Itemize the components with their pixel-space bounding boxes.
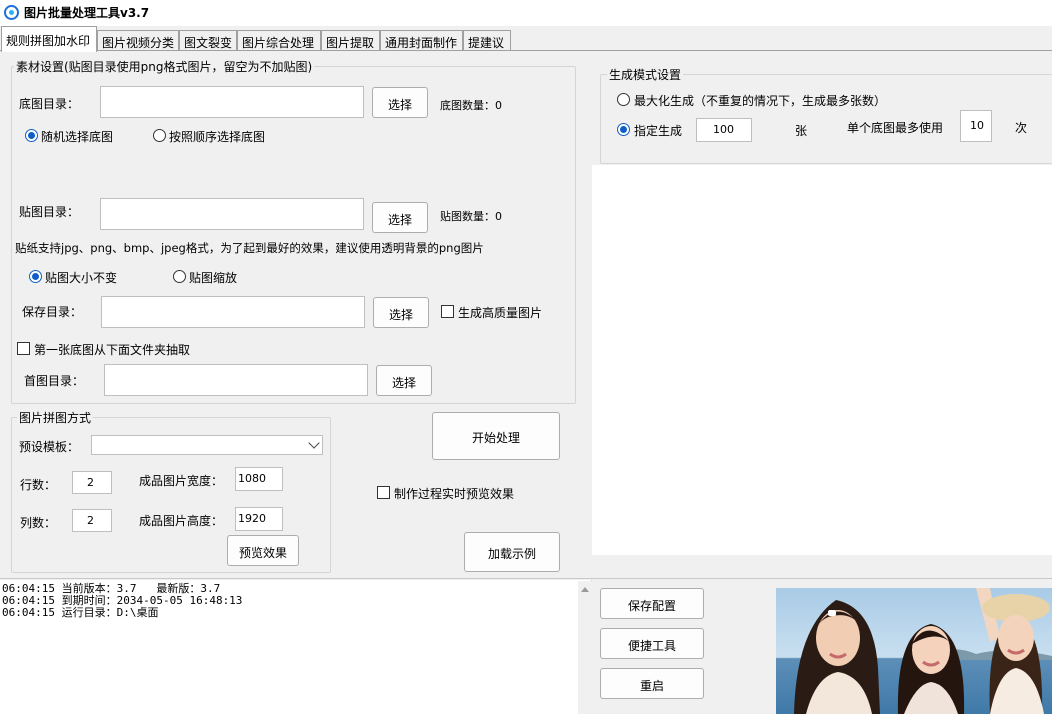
sticker-dir-input[interactable] xyxy=(100,198,364,230)
app-logo-icon xyxy=(4,5,19,20)
height-label: 成品图片高度： xyxy=(139,514,224,528)
sticker-keep-size-label: 贴图大小不变 xyxy=(45,271,118,285)
log-line: 06:04:15 运行目录：D:\桌面 xyxy=(2,606,159,619)
specified-generate-label: 指定生成 xyxy=(634,124,683,138)
log-scrollbar[interactable] xyxy=(578,581,592,714)
tab-image-extract[interactable]: 图片提取 xyxy=(321,30,380,51)
sticker-dir-select-button[interactable]: 选择 xyxy=(372,202,428,233)
max-use-input[interactable]: 10 xyxy=(960,110,992,142)
first-from-folder-checkbox[interactable] xyxy=(17,342,30,355)
high-quality-checkbox[interactable] xyxy=(441,305,454,318)
max-generate-label: 最大化生成（不重复的情况下，生成最多张数） xyxy=(634,94,887,108)
shortcut-tools-button[interactable]: 便捷工具 xyxy=(600,628,704,659)
base-count-label: 底图数量：0 xyxy=(440,99,502,112)
tab-image-text-fission[interactable]: 图文裂变 xyxy=(179,30,237,51)
base-dir-label: 底图目录： xyxy=(19,97,80,111)
restart-button[interactable]: 重启 xyxy=(600,668,704,699)
first-dir-input[interactable] xyxy=(104,364,368,396)
random-base-label: 随机选择底图 xyxy=(41,130,114,144)
load-example-button[interactable]: 加载示例 xyxy=(464,532,560,572)
tab-image-comprehensive[interactable]: 图片综合处理 xyxy=(237,30,321,51)
sticker-scale-radio[interactable] xyxy=(173,270,186,283)
height-input[interactable]: 1920 xyxy=(235,507,283,531)
sequential-base-label: 按照顺序选择底图 xyxy=(169,130,266,144)
width-label: 成品图片宽度： xyxy=(139,474,224,488)
preset-select[interactable] xyxy=(91,435,323,455)
base-dir-input[interactable] xyxy=(100,86,364,118)
example-photo xyxy=(776,588,1052,714)
max-generate-radio[interactable] xyxy=(617,93,630,106)
scroll-up-arrow-icon[interactable] xyxy=(581,587,589,592)
rows-input[interactable]: 2 xyxy=(72,471,112,494)
rows-label: 行数： xyxy=(20,478,57,492)
start-processing-button[interactable]: 开始处理 xyxy=(432,412,560,460)
first-dir-label: 首图目录： xyxy=(24,374,85,388)
tab-suggestions[interactable]: 提建议 xyxy=(463,30,511,51)
random-base-radio[interactable] xyxy=(25,129,38,142)
log-panel[interactable]: 06:04:15 当前版本：3.7 最新版：3.7 06:04:15 到期时间：… xyxy=(0,580,592,714)
tab-image-video-classify[interactable]: 图片视频分类 xyxy=(97,30,179,51)
max-use-label: 单个底图最多使用 xyxy=(847,121,944,135)
sequential-base-radio[interactable] xyxy=(153,129,166,142)
gen-mode-title: 生成模式设置 xyxy=(607,66,684,83)
sticker-format-hint: 贴纸支持jpg、png、bmp、jpeg格式，为了起到最好的效果，建议使用透明背… xyxy=(15,241,484,255)
sticker-dir-label: 贴图目录： xyxy=(19,205,80,219)
mosaic-title: 图片拼图方式 xyxy=(17,409,94,426)
preset-label: 预设模板： xyxy=(19,440,80,454)
high-quality-label: 生成高质量图片 xyxy=(458,306,543,320)
generate-count-input[interactable]: 100 xyxy=(696,118,752,142)
tab-rule-mosaic-watermark[interactable]: 规则拼图加水印 xyxy=(1,26,97,52)
preview-area xyxy=(592,165,1052,555)
chevron-down-icon xyxy=(308,437,320,449)
cols-label: 列数： xyxy=(20,516,57,530)
save-dir-select-button[interactable]: 选择 xyxy=(373,297,429,328)
realtime-preview-checkbox[interactable] xyxy=(377,486,390,499)
base-dir-select-button[interactable]: 选择 xyxy=(372,87,428,118)
window-title: 图片批量处理工具v3.7 xyxy=(24,6,150,20)
width-input[interactable]: 1080 xyxy=(235,467,283,491)
first-dir-select-button[interactable]: 选择 xyxy=(376,365,432,396)
save-config-button[interactable]: 保存配置 xyxy=(600,588,704,619)
cols-input[interactable]: 2 xyxy=(72,509,112,532)
tab-strip: 规则拼图加水印 图片视频分类 图文裂变 图片综合处理 图片提取 通用封面制作 提… xyxy=(0,26,1052,52)
bottom-divider xyxy=(0,578,1052,579)
first-from-folder-label: 第一张底图从下面文件夹抽取 xyxy=(34,343,191,357)
material-settings-title: 素材设置(贴图目录使用png格式图片，留空为不加贴图) xyxy=(14,58,315,75)
generate-count-unit: 张 xyxy=(795,124,808,138)
preview-effect-button[interactable]: 预览效果 xyxy=(227,535,299,566)
realtime-preview-label: 制作过程实时预览效果 xyxy=(394,487,515,501)
sticker-count-label: 贴图数量：0 xyxy=(440,210,502,223)
sticker-keep-size-radio[interactable] xyxy=(29,270,42,283)
tab-cover-maker[interactable]: 通用封面制作 xyxy=(380,30,463,51)
sticker-scale-label: 贴图缩放 xyxy=(189,271,238,285)
save-dir-label: 保存目录： xyxy=(22,305,83,319)
save-dir-input[interactable] xyxy=(101,296,365,328)
specified-generate-radio[interactable] xyxy=(617,123,630,136)
max-use-unit: 次 xyxy=(1015,121,1028,135)
title-bar: 图片批量处理工具v3.7 xyxy=(0,0,1052,26)
